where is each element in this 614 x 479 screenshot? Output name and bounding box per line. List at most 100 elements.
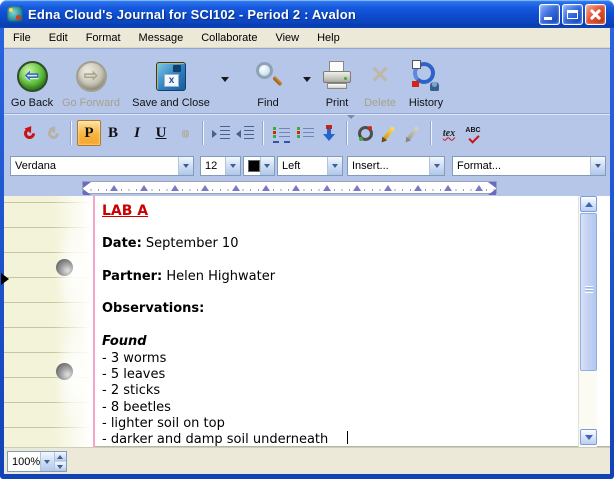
font-family-select[interactable]: Verdana: [10, 156, 194, 176]
highlighter-pen-disabled-icon: [407, 126, 419, 139]
vertical-scrollbar[interactable]: [578, 196, 597, 447]
doc-line-date: Date: September 10: [102, 236, 555, 252]
chevron-down-icon[interactable]: [225, 157, 240, 175]
go-back-button[interactable]: ⇦ Go Back: [4, 49, 60, 109]
sync-button[interactable]: [353, 120, 377, 146]
menu-help[interactable]: Help: [308, 30, 349, 46]
chevron-down-icon[interactable]: [178, 157, 193, 175]
chevron-down-icon[interactable]: [429, 157, 444, 175]
format-select[interactable]: Format...: [452, 156, 606, 176]
alignment-select[interactable]: Left: [277, 156, 343, 176]
chevron-down-icon: [44, 460, 50, 464]
font-size-select[interactable]: 12: [200, 156, 241, 176]
text-caret: [347, 431, 348, 444]
title-bar[interactable]: Edna Cloud's Journal for SCI102 - Period…: [0, 0, 614, 28]
scroll-up-button[interactable]: [580, 196, 597, 212]
paragraph-marker: [1, 273, 9, 285]
redo-button: [41, 120, 65, 146]
indent-increase-icon: [212, 126, 230, 140]
menu-file[interactable]: File: [4, 30, 40, 46]
scroll-down-button[interactable]: [580, 429, 597, 445]
bullet-list-icon: [273, 127, 290, 140]
menu-bar: File Edit Format Message Collaborate Vie…: [4, 28, 610, 48]
color-swatch: [248, 160, 260, 172]
save-and-close-dropdown[interactable]: [216, 49, 234, 109]
go-forward-button: ⇨ Go Forward: [60, 49, 122, 109]
insert-select[interactable]: Insert...: [347, 156, 445, 176]
menu-message[interactable]: Message: [130, 30, 193, 46]
spellcheck-icon: ABC: [465, 127, 480, 134]
ruler-ticks: [83, 189, 496, 191]
spinner-up[interactable]: [55, 452, 66, 462]
window-title: Edna Cloud's Journal for SCI102 - Period…: [28, 7, 356, 22]
history-button[interactable]: History: [400, 49, 452, 109]
chevron-down-icon: [585, 435, 593, 440]
doc-list-item: - 8 beetles: [102, 400, 555, 416]
minimize-icon: [544, 17, 552, 20]
spinner-down[interactable]: [55, 462, 66, 471]
doc-list-item: - 5 leaves: [102, 367, 555, 383]
doc-list-item: - 3 worms: [102, 351, 555, 367]
sync-icon: [358, 126, 373, 141]
doc-list-item: - lighter soil on top: [102, 416, 555, 432]
indent-increase-button[interactable]: [209, 120, 233, 146]
undo-button[interactable]: [17, 120, 41, 146]
ruler[interactable]: [82, 181, 497, 194]
ruler-row: [4, 180, 610, 196]
document-text[interactable]: LAB A Date: September 10 Partner: Helen …: [95, 196, 555, 449]
menu-format[interactable]: Format: [77, 30, 130, 46]
spellcheck-button[interactable]: ABC: [461, 120, 485, 146]
status-bar: 100%: [4, 447, 610, 474]
paragraph-style-button[interactable]: P: [77, 120, 101, 146]
magnifier-icon: [253, 60, 283, 92]
menu-view[interactable]: View: [266, 30, 308, 46]
app-window: Edna Cloud's Journal for SCI102 - Period…: [0, 0, 614, 479]
numbered-list-icon: [297, 127, 314, 140]
print-button[interactable]: Print: [316, 49, 358, 109]
delete-button: ✕ Delete: [360, 49, 400, 109]
menu-edit[interactable]: Edit: [40, 30, 77, 46]
save-and-close-button[interactable]: x Save and Close: [126, 49, 216, 109]
toolbar-grip[interactable]: [347, 115, 355, 119]
move-down-button[interactable]: [317, 120, 341, 146]
chevron-down-icon[interactable]: [327, 157, 342, 175]
indent-decrease-button[interactable]: [233, 120, 257, 146]
font-color-select[interactable]: [243, 156, 275, 176]
document-area[interactable]: LAB A Date: September 10 Partner: Helen …: [4, 196, 610, 447]
notebook-margin: [4, 196, 93, 447]
scrollbar-thumb[interactable]: [580, 213, 597, 371]
back-circle-icon: ⇦: [17, 61, 48, 92]
close-button[interactable]: [585, 4, 606, 25]
menu-collaborate[interactable]: Collaborate: [192, 30, 266, 46]
chevron-down-icon[interactable]: [590, 157, 605, 175]
zoom-control[interactable]: 100%: [7, 451, 67, 472]
chevron-up-icon: [585, 202, 593, 207]
find-button[interactable]: Find: [238, 49, 298, 109]
highlighter-disabled-button: [401, 120, 425, 146]
bold-button[interactable]: B: [101, 120, 125, 146]
underline-button[interactable]: U: [149, 120, 173, 146]
binder-hole: [56, 259, 73, 276]
zoom-spinner[interactable]: [54, 452, 66, 471]
app-icon: [7, 6, 23, 22]
doc-line-observations: Observations:: [102, 301, 555, 317]
undo-icon: [21, 125, 37, 141]
zoom-dropdown[interactable]: [40, 452, 53, 471]
autocorrect-icon: tex: [443, 128, 455, 139]
font-toolbar: Verdana 12 Left Insert... Format...: [4, 152, 610, 180]
bullet-list-button[interactable]: [269, 120, 293, 146]
autocorrect-button[interactable]: tex: [437, 120, 461, 146]
minimize-button[interactable]: [539, 4, 560, 25]
maximize-icon: [567, 10, 578, 19]
maximize-button[interactable]: [562, 4, 583, 25]
forward-circle-icon: ⇨: [76, 61, 107, 92]
main-toolbar: ⇦ Go Back ⇨ Go Forward x Save and Close …: [4, 48, 610, 113]
chevron-down-icon: [221, 77, 229, 82]
numbered-list-button[interactable]: [293, 120, 317, 146]
binder-hole: [56, 363, 73, 380]
zoom-level: 100%: [8, 456, 40, 468]
chevron-down-icon[interactable]: [260, 157, 274, 175]
italic-button[interactable]: I: [125, 120, 149, 146]
highlighter-button[interactable]: [377, 120, 401, 146]
find-dropdown[interactable]: [298, 49, 316, 109]
